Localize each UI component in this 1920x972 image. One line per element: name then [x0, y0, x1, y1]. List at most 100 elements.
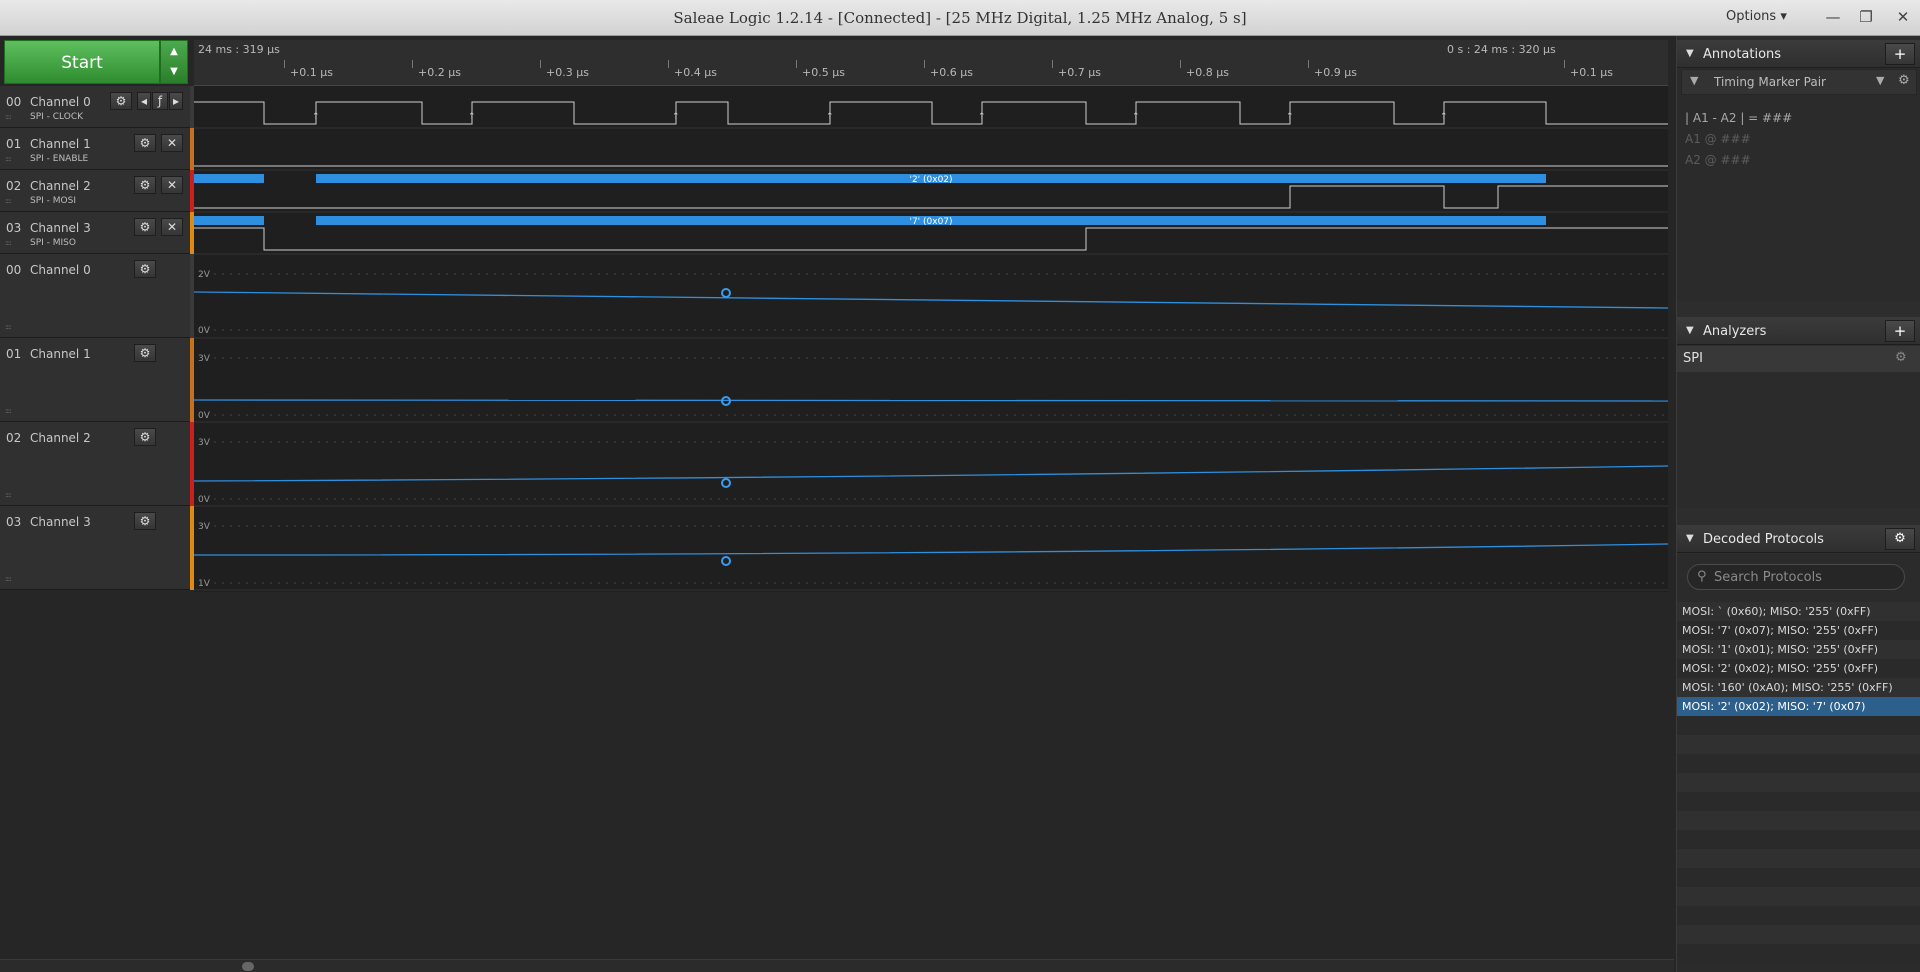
search-input[interactable]: ⚲ Search Protocols	[1687, 564, 1905, 590]
channel-number: 01	[6, 347, 22, 361]
decoded-list[interactable]: MOSI: ` (0x60); MISO: '255' (0xFF) MOSI:…	[1677, 602, 1920, 972]
analog-channel-row[interactable]: 00 Channel 0 :::: ⚙	[0, 254, 190, 338]
channel-name[interactable]: Channel 1	[30, 137, 91, 151]
gear-icon[interactable]: ⚙	[134, 344, 156, 362]
timing-marker-pair[interactable]: ▼ Timing Marker Pair ▼ ⚙	[1681, 69, 1917, 95]
channel-name[interactable]: Channel 1	[30, 347, 91, 361]
decoded-protocols-header[interactable]: ▼ Decoded Protocols ⚙	[1677, 525, 1920, 553]
start-button[interactable]: Start	[4, 40, 160, 84]
gear-icon[interactable]: ⚙	[1895, 350, 1907, 365]
horizontal-scrollbar[interactable]	[0, 959, 1674, 972]
analog-channel-row[interactable]: 03 Channel 3 :::: ⚙	[0, 506, 190, 590]
drag-grip-icon[interactable]: ::::	[5, 575, 12, 583]
edge-trigger-icon[interactable]: ƒ	[152, 92, 168, 110]
ruler-tick-mark	[1564, 60, 1565, 68]
analyzer-item-spi[interactable]: SPI ⚙	[1677, 346, 1920, 372]
digital-channel-row[interactable]: 03 Channel 3 SPI - MISO :::: ⚙ ✕	[0, 212, 190, 254]
chevron-left-icon[interactable]: ◂	[137, 92, 151, 110]
digital-channel-row[interactable]: 00 Channel 0 SPI - CLOCK :::: ⚙ ◂ ƒ ▸	[0, 86, 190, 128]
analog-sample-marker[interactable]	[721, 478, 731, 488]
close-button[interactable]: ✕	[1890, 6, 1916, 28]
gear-icon[interactable]: ⚙	[134, 260, 156, 278]
options-label: Options	[1726, 9, 1777, 24]
scrollbar-thumb[interactable]	[242, 962, 254, 971]
window-title: Saleae Logic 1.2.14 - [Connected] - [25 …	[673, 9, 1247, 27]
collapse-triangle-icon[interactable]: ▼	[1686, 533, 1694, 544]
drag-grip-icon[interactable]: ::::	[5, 239, 12, 247]
marker-a2: A2 @ ###	[1685, 153, 1751, 167]
drag-grip-icon[interactable]: ::::	[5, 155, 12, 163]
ruler-tick-label: +0.3 µs	[546, 66, 589, 79]
analyzers-header[interactable]: ▼ Analyzers +	[1677, 317, 1920, 345]
drag-grip-icon[interactable]: ::::	[5, 407, 12, 415]
ruler-tick-mark	[1308, 60, 1309, 68]
gear-icon[interactable]: ⚙	[134, 176, 156, 194]
annotations-title: Annotations	[1703, 47, 1782, 62]
channel-name[interactable]: Channel 3	[30, 221, 91, 235]
channel-name[interactable]: Channel 3	[30, 515, 91, 529]
rising-edge-icon: ↑	[1440, 112, 1448, 122]
gear-icon[interactable]: ⚙	[134, 428, 156, 446]
analog-sample-marker[interactable]	[721, 288, 731, 298]
add-analyzer-button[interactable]: +	[1885, 320, 1915, 342]
collapse-triangle-icon[interactable]: ▼	[1686, 48, 1694, 59]
miso-decode-label: '7' (0x07)	[909, 217, 952, 227]
annotations-header[interactable]: ▼ Annotations +	[1677, 40, 1920, 68]
mosi-decode-bar[interactable]	[194, 174, 264, 183]
rising-edge-icon: ↑	[1286, 112, 1294, 122]
gear-icon[interactable]: ⚙	[134, 218, 156, 236]
waveform-canvas[interactable]: 2V 0V 3V 0V 3V 0V 3V 1V ↑ ↑ ↑ ↑ ↑ ↑ ↑ ↑ …	[194, 86, 1668, 592]
analog-scale-label: 0V	[198, 326, 211, 336]
analog-trace	[194, 543, 1668, 556]
ruler-tick-mark	[540, 60, 541, 68]
gear-icon[interactable]: ⚙	[1898, 73, 1910, 88]
drag-grip-icon[interactable]: ::::	[5, 491, 12, 499]
options-menu[interactable]: Options ▾	[1726, 9, 1787, 24]
ruler-tick-mark	[412, 60, 413, 68]
analog-sample-marker[interactable]	[721, 556, 731, 566]
chevron-down-icon[interactable]: ▼	[1876, 74, 1884, 87]
decoded-row[interactable]: MOSI: '1' (0x01); MISO: '255' (0xFF)	[1677, 640, 1920, 659]
miso-decode-bar[interactable]	[194, 216, 264, 225]
drag-grip-icon[interactable]: ::::	[5, 323, 12, 331]
analog-scale-label: 3V	[198, 354, 211, 364]
timing-marker-label: Timing Marker Pair	[1714, 75, 1826, 89]
decoded-row[interactable]: MOSI: '7' (0x07); MISO: '255' (0xFF)	[1677, 621, 1920, 640]
add-annotation-button[interactable]: +	[1885, 43, 1915, 65]
pin-icon: ▼	[1690, 74, 1699, 87]
analog-channel-row[interactable]: 02 Channel 2 :::: ⚙	[0, 422, 190, 506]
start-options-button[interactable]: ▲ ▼	[160, 40, 188, 84]
analog-channel-row[interactable]: 01 Channel 1 :::: ⚙	[0, 338, 190, 422]
digital-channel-row[interactable]: 02 Channel 2 SPI - MOSI :::: ⚙ ✕	[0, 170, 190, 212]
marker-a1: A1 @ ###	[1685, 132, 1751, 146]
analog-scale-label: 2V	[198, 270, 211, 280]
channel-name[interactable]: Channel 2	[30, 431, 91, 445]
drag-grip-icon[interactable]: ::::	[5, 197, 12, 205]
gear-icon[interactable]: ⚙	[134, 134, 156, 152]
ruler-tick-mark	[796, 60, 797, 68]
channel-name[interactable]: Channel 2	[30, 179, 91, 193]
channel-name[interactable]: Channel 0	[30, 263, 91, 277]
decoded-settings-button[interactable]: ⚙	[1885, 528, 1915, 550]
time-ruler[interactable]: 24 ms : 319 µs 0 s : 24 ms : 320 µs +0.1…	[194, 40, 1668, 86]
restore-button[interactable]: ❐	[1853, 6, 1879, 28]
close-icon[interactable]: ✕	[161, 218, 183, 236]
ruler-tick-label: +0.8 µs	[1186, 66, 1229, 79]
channel-name[interactable]: Channel 0	[30, 95, 91, 109]
drag-grip-icon[interactable]: ::::	[5, 113, 12, 121]
collapse-triangle-icon[interactable]: ▼	[1686, 325, 1694, 336]
close-icon[interactable]: ✕	[161, 134, 183, 152]
gear-icon[interactable]: ⚙	[110, 92, 132, 110]
close-icon[interactable]: ✕	[161, 176, 183, 194]
analyzers-body: SPI ⚙	[1677, 346, 1920, 508]
decoded-row[interactable]: MOSI: '160' (0xA0); MISO: '255' (0xFF)	[1677, 678, 1920, 697]
decoded-row[interactable]: MOSI: ` (0x60); MISO: '255' (0xFF)	[1677, 602, 1920, 621]
decoded-row-selected[interactable]: MOSI: '2' (0x02); MISO: '7' (0x07)	[1677, 697, 1920, 716]
empty-canvas-area	[0, 592, 1674, 959]
decoded-row[interactable]: MOSI: '2' (0x02); MISO: '255' (0xFF)	[1677, 659, 1920, 678]
waveform-area[interactable]: 2V 0V 3V 0V 3V 0V 3V 1V ↑ ↑ ↑ ↑ ↑ ↑ ↑ ↑ …	[194, 86, 1668, 592]
minimize-button[interactable]: —	[1820, 6, 1846, 28]
gear-icon[interactable]: ⚙	[134, 512, 156, 530]
chevron-right-icon[interactable]: ▸	[169, 92, 183, 110]
digital-channel-row[interactable]: 01 Channel 1 SPI - ENABLE :::: ⚙ ✕	[0, 128, 190, 170]
